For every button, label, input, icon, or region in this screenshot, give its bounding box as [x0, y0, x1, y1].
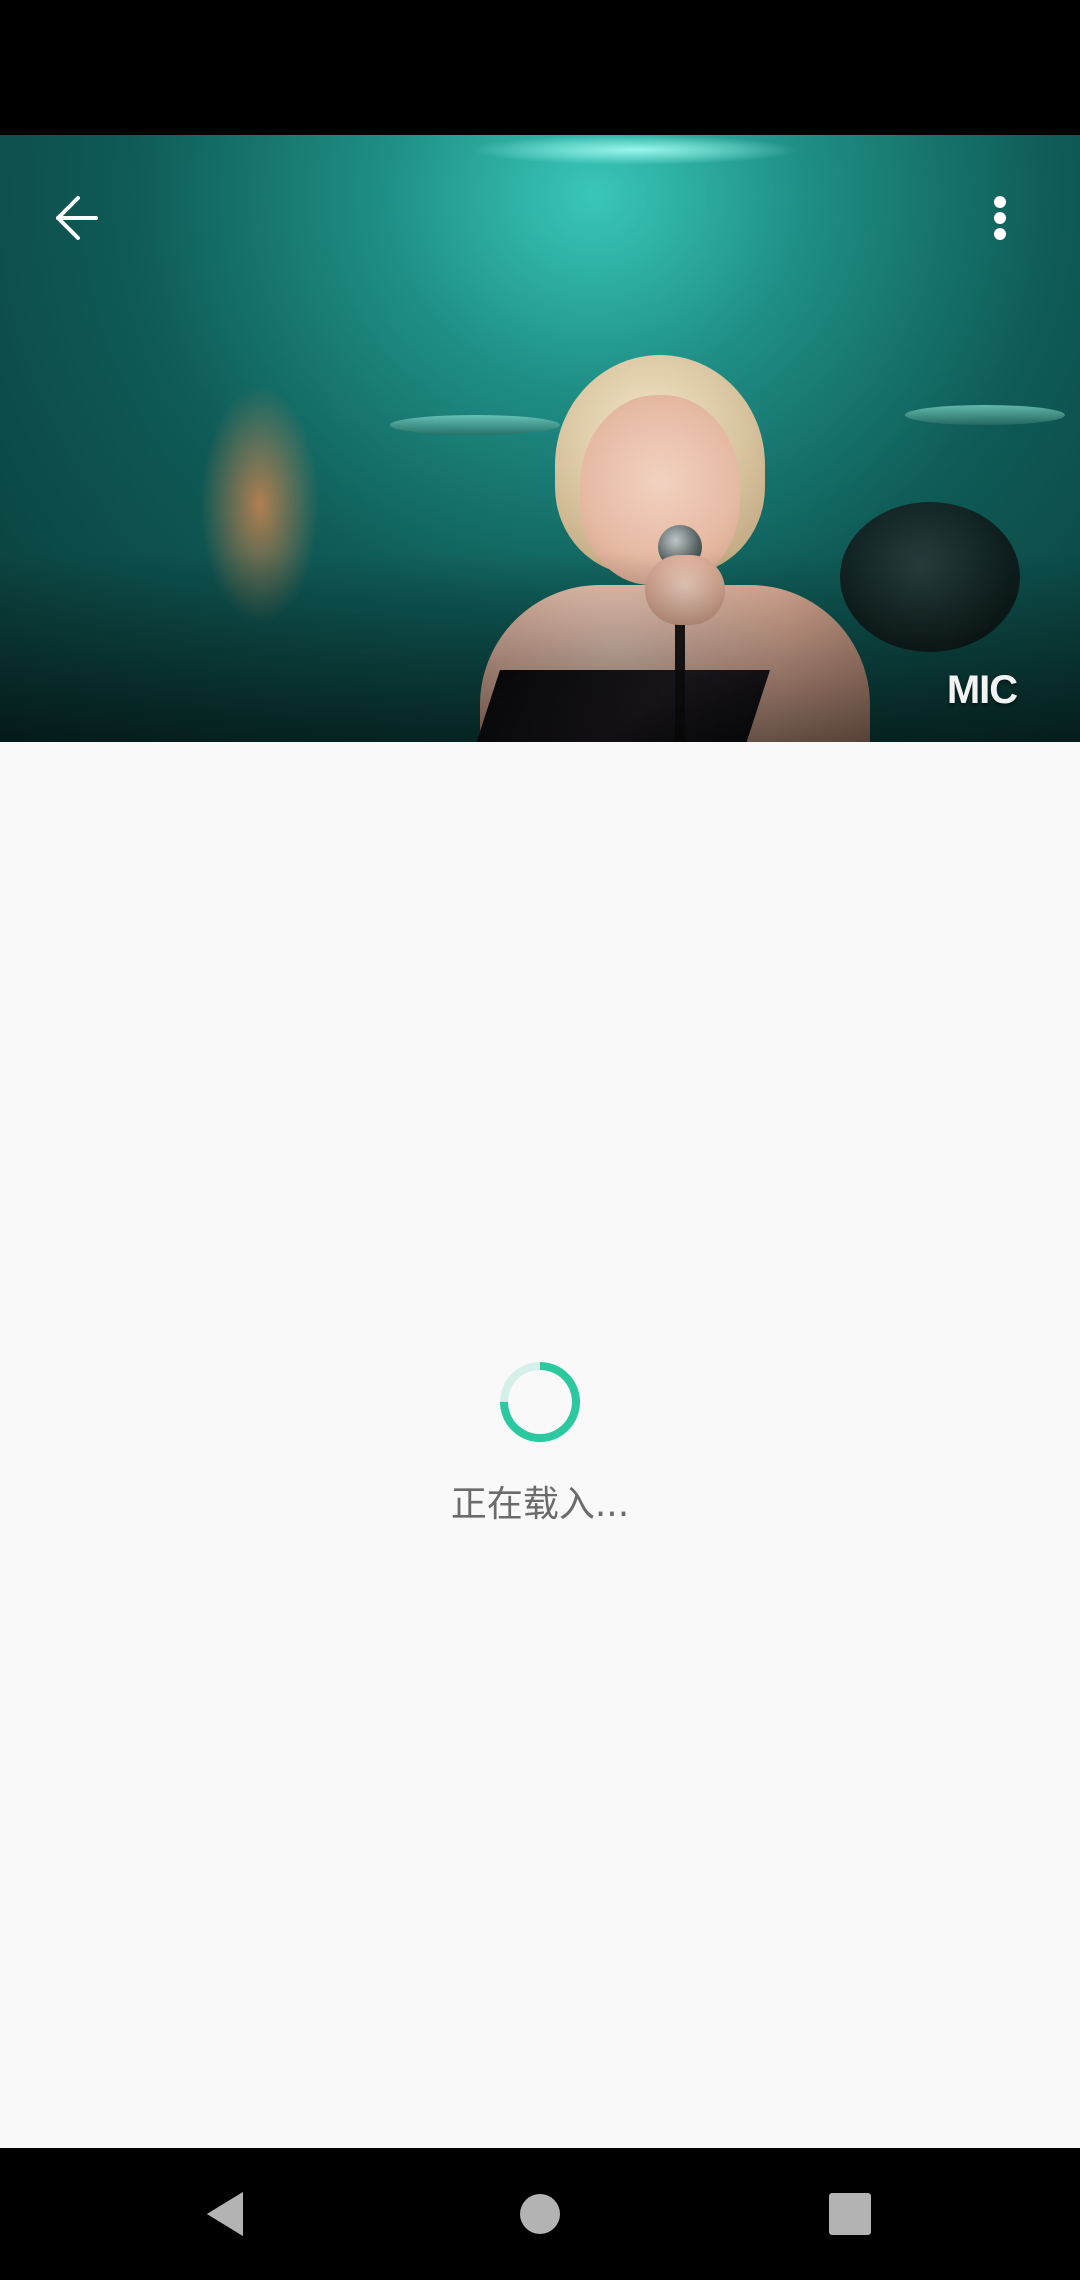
back-triangle-icon — [207, 2192, 243, 2236]
cymbal-right — [905, 405, 1065, 425]
content-area — [0, 742, 1080, 2148]
recent-square-icon — [829, 2193, 871, 2235]
more-vertical-icon — [988, 186, 1012, 254]
nav-recents-button[interactable] — [790, 2148, 910, 2280]
status-bar — [0, 0, 1080, 135]
loading-text: 正在载入... — [450, 1484, 630, 1525]
more-options-button[interactable] — [960, 180, 1040, 260]
nav-home-button[interactable] — [480, 2148, 600, 2280]
back-button[interactable] — [30, 180, 110, 260]
video-player[interactable] — [0, 135, 1080, 742]
home-circle-icon — [520, 2194, 560, 2234]
video-watermark: MIC — [946, 667, 1018, 712]
nav-back-button[interactable] — [165, 2148, 285, 2280]
stage-light — [470, 135, 800, 165]
stage-shadow — [0, 552, 1080, 742]
arrow-left-icon — [38, 186, 102, 254]
